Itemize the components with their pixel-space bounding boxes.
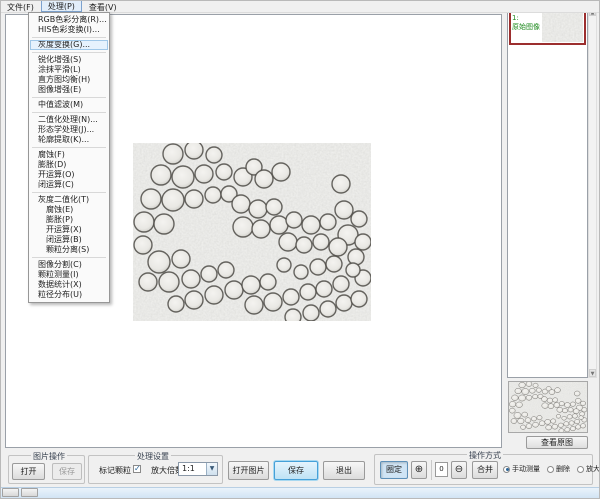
context-menu-item[interactable]: 闭运算(B): [29, 235, 109, 245]
view-original-button[interactable]: 查看原图: [526, 436, 588, 449]
result-item-line2: 原始图像: [512, 23, 540, 32]
tem-image-svg: [133, 143, 371, 321]
tool-options: 手动测量删除放大缩小: [503, 464, 589, 474]
menu-separator: [32, 37, 106, 38]
scale-combobox[interactable]: 1:1 ▼: [178, 462, 218, 476]
context-menu-item[interactable]: 腐蚀(E): [29, 205, 109, 215]
open-button[interactable]: 打开: [12, 463, 45, 480]
zoom-in-icon[interactable]: ⊕: [411, 461, 427, 479]
context-menu-item[interactable]: 灰度变换(G)...: [30, 40, 108, 50]
result-item-thumbnail: [542, 13, 583, 42]
exit-button[interactable]: 退出: [323, 461, 365, 480]
preview-thumb-svg: [509, 382, 587, 432]
context-menu-item[interactable]: 形态学处理(J)...: [29, 125, 109, 135]
chevron-down-icon[interactable]: ▼: [206, 463, 217, 475]
tool-option[interactable]: 删除: [547, 464, 570, 474]
context-menu-item[interactable]: 锐化增强(S): [29, 55, 109, 65]
bottom-strip: [0, 487, 600, 499]
merge-button[interactable]: 合并: [472, 461, 498, 479]
save-button[interactable]: 保存: [274, 461, 318, 480]
menubar-item[interactable]: 处理(P): [41, 0, 82, 12]
file-groupbox: 图片操作 打开 保存: [8, 455, 85, 484]
context-menu-item[interactable]: 膨胀(P): [29, 215, 109, 225]
circle-tool-button[interactable]: 圈定: [380, 461, 408, 479]
toolbar-divider: [431, 460, 432, 480]
context-menu-item[interactable]: 开运算(X): [29, 225, 109, 235]
result-item-label: 1: 原始图像: [511, 12, 541, 43]
context-menu-item[interactable]: 中值滤波(M): [29, 100, 109, 110]
list-scrollbar[interactable]: ▲ ▼: [588, 7, 597, 378]
context-menu-item[interactable]: 涂抹平滑(L): [29, 65, 109, 75]
radio-icon: [503, 466, 510, 473]
result-list-item[interactable]: 1: 原始图像: [509, 10, 586, 45]
menu-separator: [32, 97, 106, 98]
result-listbox[interactable]: 1: 原始图像: [507, 7, 588, 378]
menu-separator: [32, 192, 106, 193]
menubar-item[interactable]: 文件(F): [0, 0, 41, 12]
context-menu-item[interactable]: 粒径分布(U): [29, 290, 109, 300]
menu-separator: [32, 52, 106, 53]
zoom-out-icon[interactable]: ⊖: [451, 461, 467, 479]
context-menu-item[interactable]: 开运算(O): [29, 170, 109, 180]
menubar-item[interactable]: 查看(V): [82, 0, 124, 12]
context-menu-item[interactable]: 直方图均衡(H): [29, 75, 109, 85]
context-menu-item[interactable]: 膨胀(D): [29, 160, 109, 170]
context-menu-item[interactable]: RGB色彩分离(R)...: [29, 15, 109, 25]
context-menu: RGB色彩分离(R)...HIS色彩变换(I)... 灰度变换(G)... 锐化增强…: [28, 12, 110, 303]
nav-next-button[interactable]: [21, 488, 38, 497]
context-menu-item[interactable]: HIS色彩变换(I)...: [29, 25, 109, 35]
menu-separator: [32, 257, 106, 258]
context-menu-item[interactable]: 图像分割(C): [29, 260, 109, 270]
settings-groupbox: 处理设置 标记颗粒 放大倍数: 1:1 ▼: [88, 455, 223, 484]
tools-groupbox: 操作方式 圈定 ⊕ 0 ⊖ 合并 手动测量删除放大缩小: [374, 454, 593, 485]
result-item-line1: 1:: [512, 14, 540, 23]
radio-icon: [547, 466, 554, 473]
count-spinner[interactable]: 0: [435, 462, 448, 477]
menu-separator: [32, 112, 106, 113]
open-image-button[interactable]: 打开图片: [228, 461, 269, 480]
scale-combobox-value: 1:1: [182, 464, 195, 473]
tem-image[interactable]: [133, 143, 371, 321]
source-preview-thumbnail: [508, 381, 588, 433]
context-menu-item[interactable]: 轮廓提取(K)...: [29, 135, 109, 145]
scroll-down-icon[interactable]: ▼: [589, 369, 596, 377]
radio-icon: [577, 466, 584, 473]
context-menu-item[interactable]: 图像增强(E): [29, 85, 109, 95]
tool-option-label: 删除: [556, 464, 570, 474]
context-menu-item[interactable]: 颗粒测量(I): [29, 270, 109, 280]
tool-option-label: 手动测量: [512, 464, 540, 474]
tools-group-title: 操作方式: [467, 450, 503, 461]
context-menu-item[interactable]: 二值化处理(N)...: [29, 115, 109, 125]
tool-option-label: 放大: [586, 464, 600, 474]
context-menu-item[interactable]: 灰度二值化(T): [29, 195, 109, 205]
nav-prev-button[interactable]: [2, 488, 19, 497]
menu-separator: [32, 147, 106, 148]
context-menu-item[interactable]: 数据统计(X): [29, 280, 109, 290]
mark-particles-checkbox[interactable]: [133, 465, 141, 473]
file-group-title: 图片操作: [31, 451, 67, 462]
tool-option[interactable]: 放大: [577, 464, 600, 474]
context-menu-item[interactable]: 腐蚀(F): [29, 150, 109, 160]
settings-group-title: 处理设置: [135, 451, 171, 462]
context-menu-item[interactable]: 闭运算(C): [29, 180, 109, 190]
tool-option[interactable]: 手动测量: [503, 464, 540, 474]
save-small-button[interactable]: 保存: [52, 463, 82, 480]
mark-particles-label: 标记颗粒: [99, 465, 131, 476]
context-menu-item[interactable]: 颗粒分离(S): [29, 245, 109, 255]
